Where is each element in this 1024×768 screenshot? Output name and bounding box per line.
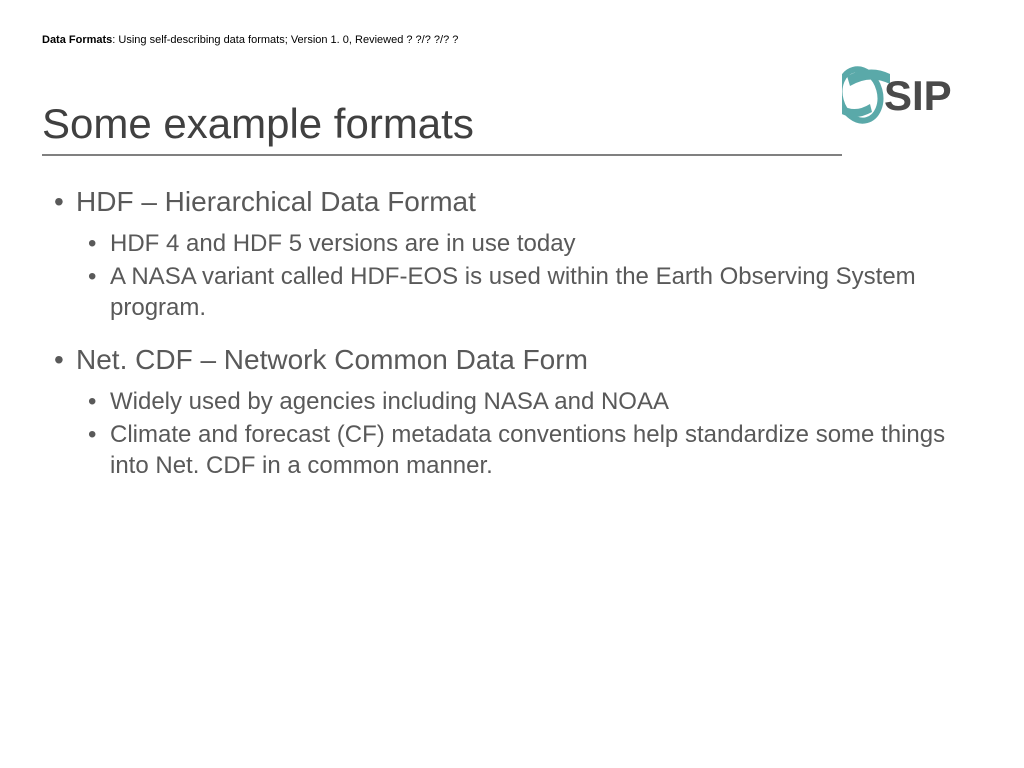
header-description: : Using self-describing data formats; Ve… bbox=[112, 34, 458, 46]
header-category: Data Formats bbox=[42, 34, 112, 46]
bullet-main: HDF – Hierarchical Data Format bbox=[54, 186, 974, 218]
bullet-sub: A NASA variant called HDF-EOS is used wi… bbox=[54, 261, 974, 323]
bullet-sub: Climate and forecast (CF) metadata conve… bbox=[54, 419, 974, 481]
bullet-main: Net. CDF – Network Common Data Form bbox=[54, 344, 974, 376]
bullet-sub: HDF 4 and HDF 5 versions are in use toda… bbox=[54, 228, 974, 259]
bullet-group: HDF – Hierarchical Data Format HDF 4 and… bbox=[54, 186, 974, 324]
bullet-sub: Widely used by agencies including NASA a… bbox=[54, 386, 974, 417]
slide-content: HDF – Hierarchical Data Format HDF 4 and… bbox=[54, 186, 974, 501]
bullet-group: Net. CDF – Network Common Data Form Wide… bbox=[54, 344, 974, 482]
svg-text:SIP: SIP bbox=[884, 72, 952, 119]
slide-title: Some example formats bbox=[42, 100, 842, 156]
slide-header: Data Formats: Using self-describing data… bbox=[42, 34, 458, 46]
sip-logo: SIP bbox=[842, 56, 988, 134]
